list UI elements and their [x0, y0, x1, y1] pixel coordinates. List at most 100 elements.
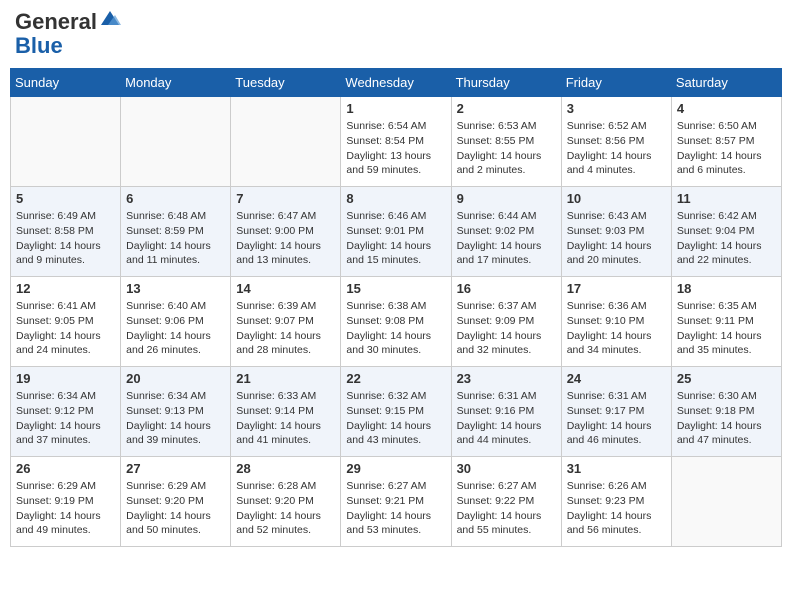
calendar-day: 13 Sunrise: 6:40 AM Sunset: 9:06 PM Dayli… — [121, 277, 231, 367]
day-number: 21 — [236, 371, 335, 386]
day-number: 15 — [346, 281, 445, 296]
calendar-header-wednesday: Wednesday — [341, 69, 451, 97]
day-info: Sunrise: 6:39 AM Sunset: 9:07 PM Dayligh… — [236, 299, 335, 358]
calendar-day: 16 Sunrise: 6:37 AM Sunset: 9:09 PM Dayli… — [451, 277, 561, 367]
day-info: Sunrise: 6:29 AM Sunset: 9:19 PM Dayligh… — [16, 479, 115, 538]
day-number: 5 — [16, 191, 115, 206]
day-number: 25 — [677, 371, 776, 386]
day-number: 8 — [346, 191, 445, 206]
calendar-day: 5 Sunrise: 6:49 AM Sunset: 8:58 PM Daylig… — [11, 187, 121, 277]
day-info: Sunrise: 6:34 AM Sunset: 9:13 PM Dayligh… — [126, 389, 225, 448]
calendar-day: 20 Sunrise: 6:34 AM Sunset: 9:13 PM Dayli… — [121, 367, 231, 457]
calendar-day: 9 Sunrise: 6:44 AM Sunset: 9:02 PM Daylig… — [451, 187, 561, 277]
day-info: Sunrise: 6:44 AM Sunset: 9:02 PM Dayligh… — [457, 209, 556, 268]
day-info: Sunrise: 6:40 AM Sunset: 9:06 PM Dayligh… — [126, 299, 225, 358]
calendar-day — [671, 457, 781, 547]
day-info: Sunrise: 6:46 AM Sunset: 9:01 PM Dayligh… — [346, 209, 445, 268]
page-header: General Blue — [10, 10, 782, 58]
calendar-header-sunday: Sunday — [11, 69, 121, 97]
calendar-day: 3 Sunrise: 6:52 AM Sunset: 8:56 PM Daylig… — [561, 97, 671, 187]
day-number: 28 — [236, 461, 335, 476]
day-number: 6 — [126, 191, 225, 206]
calendar-week-row: 19Sunrise: 6:34 AM Sunset: 9:12 PM Dayli… — [11, 367, 782, 457]
day-number: 11 — [677, 191, 776, 206]
day-info: Sunrise: 6:29 AM Sunset: 9:20 PM Dayligh… — [126, 479, 225, 538]
day-number: 10 — [567, 191, 666, 206]
calendar-week-row: 1 Sunrise: 6:54 AM Sunset: 8:54 PM Daylig… — [11, 97, 782, 187]
calendar-day: 27 Sunrise: 6:29 AM Sunset: 9:20 PM Dayli… — [121, 457, 231, 547]
calendar-day: 30 Sunrise: 6:27 AM Sunset: 9:22 PM Dayli… — [451, 457, 561, 547]
day-info: Sunrise: 6:33 AM Sunset: 9:14 PM Dayligh… — [236, 389, 335, 448]
day-number: 17 — [567, 281, 666, 296]
calendar-day: 22 Sunrise: 6:32 AM Sunset: 9:15 PM Dayli… — [341, 367, 451, 457]
calendar-header-monday: Monday — [121, 69, 231, 97]
day-info: Sunrise: 6:26 AM Sunset: 9:23 PM Dayligh… — [567, 479, 666, 538]
logo-general-text: General — [15, 9, 97, 34]
day-number: 16 — [457, 281, 556, 296]
calendar-day: 23 Sunrise: 6:31 AM Sunset: 9:16 PM Dayli… — [451, 367, 561, 457]
day-info: Sunrise: 6:27 AM Sunset: 9:21 PM Dayligh… — [346, 479, 445, 538]
calendar-day: 1 Sunrise: 6:54 AM Sunset: 8:54 PM Daylig… — [341, 97, 451, 187]
calendar-day: 19Sunrise: 6:34 AM Sunset: 9:12 PM Dayli… — [11, 367, 121, 457]
calendar-day: 21 Sunrise: 6:33 AM Sunset: 9:14 PM Dayli… — [231, 367, 341, 457]
day-number: 18 — [677, 281, 776, 296]
day-info: Sunrise: 6:41 AM Sunset: 9:05 PM Dayligh… — [16, 299, 115, 358]
day-info: Sunrise: 6:37 AM Sunset: 9:09 PM Dayligh… — [457, 299, 556, 358]
day-number: 22 — [346, 371, 445, 386]
day-number: 30 — [457, 461, 556, 476]
calendar-day: 18 Sunrise: 6:35 AM Sunset: 9:11 PM Dayli… — [671, 277, 781, 367]
logo-icon — [99, 7, 121, 29]
day-info: Sunrise: 6:42 AM Sunset: 9:04 PM Dayligh… — [677, 209, 776, 268]
calendar-day: 10Sunrise: 6:43 AM Sunset: 9:03 PM Dayli… — [561, 187, 671, 277]
day-info: Sunrise: 6:54 AM Sunset: 8:54 PM Dayligh… — [346, 119, 445, 178]
calendar-day: 25 Sunrise: 6:30 AM Sunset: 9:18 PM Dayli… — [671, 367, 781, 457]
day-info: Sunrise: 6:49 AM Sunset: 8:58 PM Dayligh… — [16, 209, 115, 268]
day-number: 3 — [567, 101, 666, 116]
day-number: 1 — [346, 101, 445, 116]
calendar-header-friday: Friday — [561, 69, 671, 97]
day-number: 24 — [567, 371, 666, 386]
calendar-day: 28Sunrise: 6:28 AM Sunset: 9:20 PM Dayli… — [231, 457, 341, 547]
calendar-day: 31Sunrise: 6:26 AM Sunset: 9:23 PM Dayli… — [561, 457, 671, 547]
calendar-header-row: SundayMondayTuesdayWednesdayThursdayFrid… — [11, 69, 782, 97]
calendar-day: 14 Sunrise: 6:39 AM Sunset: 9:07 PM Dayli… — [231, 277, 341, 367]
day-number: 14 — [236, 281, 335, 296]
calendar-day: 6 Sunrise: 6:48 AM Sunset: 8:59 PM Daylig… — [121, 187, 231, 277]
calendar-day: 11 Sunrise: 6:42 AM Sunset: 9:04 PM Dayli… — [671, 187, 781, 277]
day-info: Sunrise: 6:34 AM Sunset: 9:12 PM Dayligh… — [16, 389, 115, 448]
day-info: Sunrise: 6:31 AM Sunset: 9:17 PM Dayligh… — [567, 389, 666, 448]
day-info: Sunrise: 6:35 AM Sunset: 9:11 PM Dayligh… — [677, 299, 776, 358]
day-number: 12 — [16, 281, 115, 296]
calendar-day: 7Sunrise: 6:47 AM Sunset: 9:00 PM Daylig… — [231, 187, 341, 277]
day-info: Sunrise: 6:32 AM Sunset: 9:15 PM Dayligh… — [346, 389, 445, 448]
day-info: Sunrise: 6:53 AM Sunset: 8:55 PM Dayligh… — [457, 119, 556, 178]
calendar-day: 17Sunrise: 6:36 AM Sunset: 9:10 PM Dayli… — [561, 277, 671, 367]
day-info: Sunrise: 6:38 AM Sunset: 9:08 PM Dayligh… — [346, 299, 445, 358]
logo: General Blue — [15, 10, 121, 58]
day-number: 9 — [457, 191, 556, 206]
calendar-day — [121, 97, 231, 187]
calendar-day — [11, 97, 121, 187]
calendar-day: 8 Sunrise: 6:46 AM Sunset: 9:01 PM Daylig… — [341, 187, 451, 277]
day-number: 4 — [677, 101, 776, 116]
logo-blue-text: Blue — [15, 33, 63, 58]
calendar-day: 12 Sunrise: 6:41 AM Sunset: 9:05 PM Dayli… — [11, 277, 121, 367]
day-number: 23 — [457, 371, 556, 386]
day-number: 26 — [16, 461, 115, 476]
day-number: 2 — [457, 101, 556, 116]
day-number: 27 — [126, 461, 225, 476]
calendar-day — [231, 97, 341, 187]
day-number: 13 — [126, 281, 225, 296]
calendar-day: 24 Sunrise: 6:31 AM Sunset: 9:17 PM Dayli… — [561, 367, 671, 457]
day-number: 29 — [346, 461, 445, 476]
calendar-day: 4Sunrise: 6:50 AM Sunset: 8:57 PM Daylig… — [671, 97, 781, 187]
day-info: Sunrise: 6:30 AM Sunset: 9:18 PM Dayligh… — [677, 389, 776, 448]
day-info: Sunrise: 6:48 AM Sunset: 8:59 PM Dayligh… — [126, 209, 225, 268]
calendar-table: SundayMondayTuesdayWednesdayThursdayFrid… — [10, 68, 782, 547]
calendar-day: 26 Sunrise: 6:29 AM Sunset: 9:19 PM Dayli… — [11, 457, 121, 547]
day-info: Sunrise: 6:52 AM Sunset: 8:56 PM Dayligh… — [567, 119, 666, 178]
day-info: Sunrise: 6:31 AM Sunset: 9:16 PM Dayligh… — [457, 389, 556, 448]
day-info: Sunrise: 6:27 AM Sunset: 9:22 PM Dayligh… — [457, 479, 556, 538]
day-number: 20 — [126, 371, 225, 386]
calendar-header-thursday: Thursday — [451, 69, 561, 97]
